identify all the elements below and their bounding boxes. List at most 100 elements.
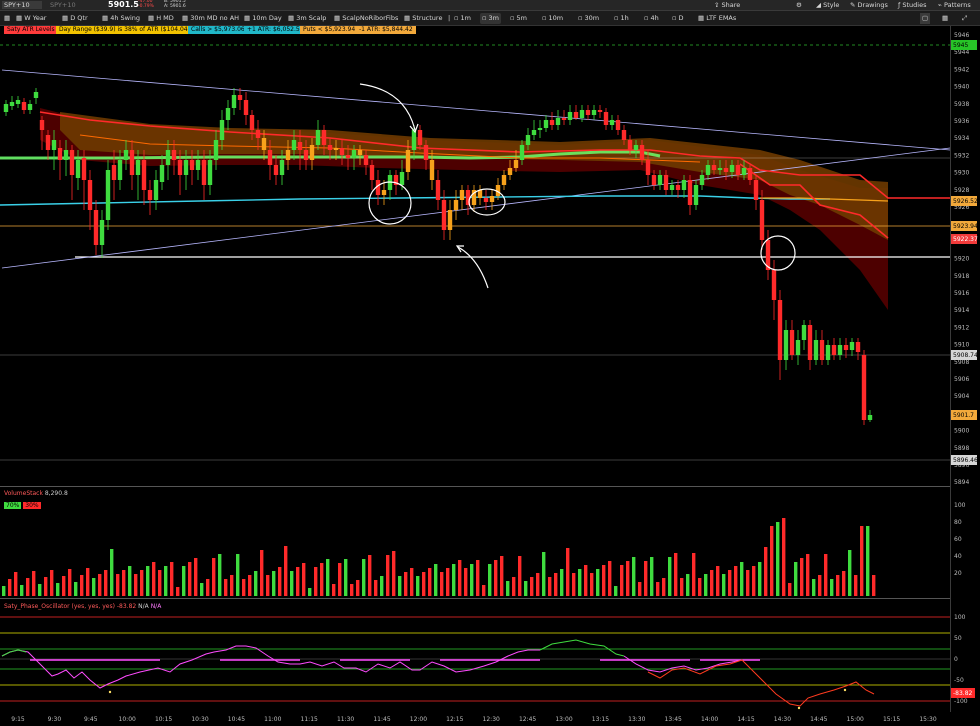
volume-bar xyxy=(188,562,192,596)
price-tick: 5944 xyxy=(954,49,969,56)
volume-bar xyxy=(806,554,810,596)
volume-bar xyxy=(50,570,54,596)
volume-bar xyxy=(110,549,114,596)
candle xyxy=(693,180,699,210)
candle xyxy=(543,115,549,132)
volume-bar xyxy=(38,584,42,596)
candle xyxy=(33,88,39,104)
volume-bar xyxy=(554,573,558,596)
volume-bar xyxy=(128,566,132,596)
osc-badge-text: -83.82 xyxy=(953,690,973,697)
time-tick: 14:45 xyxy=(810,716,827,723)
price-tick: 5920 xyxy=(954,256,969,263)
volume-bar xyxy=(644,561,648,596)
volume-bar xyxy=(536,573,540,596)
candle xyxy=(819,330,825,365)
time-tick: 13:00 xyxy=(555,716,572,723)
volume-bar xyxy=(158,570,162,596)
osc-value: -83.82 xyxy=(116,603,137,610)
volume-title[interactable]: VolumeStack xyxy=(4,490,43,497)
candle xyxy=(591,105,597,120)
volume-bar xyxy=(80,575,84,596)
candle xyxy=(459,185,465,210)
volume-bar xyxy=(566,548,570,596)
volume-bar xyxy=(386,555,390,596)
time-tick: 10:45 xyxy=(228,716,245,723)
volume-bar xyxy=(170,562,174,596)
price-tick: 5910 xyxy=(954,342,969,349)
time-tick: 12:30 xyxy=(483,716,500,723)
volume-bar xyxy=(14,572,18,596)
candle xyxy=(15,96,21,108)
osc-tick: -100 xyxy=(954,698,968,705)
volume-bar xyxy=(710,570,714,596)
ema-cyan xyxy=(0,195,830,206)
volume-bar xyxy=(578,569,582,596)
volume-bar xyxy=(560,569,564,596)
price-tick: 5898 xyxy=(954,445,969,452)
osc-line-magenta1 xyxy=(1,645,540,689)
price-tick: 5916 xyxy=(954,290,969,297)
time-tick: 10:00 xyxy=(119,716,136,723)
volume-bar xyxy=(464,568,468,596)
volume-bar xyxy=(248,575,252,596)
volume-bar xyxy=(842,571,846,596)
candle xyxy=(609,115,615,130)
volume-bar xyxy=(824,554,828,596)
volume-bull-pct: 70% xyxy=(4,502,22,509)
candle xyxy=(537,120,543,138)
candle xyxy=(549,112,555,130)
osc-line-magenta2 xyxy=(623,655,743,673)
volume-bar xyxy=(218,554,222,596)
volume-bar xyxy=(494,560,498,596)
svg-text:5901.7: 5901.7 xyxy=(953,412,974,419)
price-badge: 5908.74 xyxy=(951,350,978,360)
candle xyxy=(477,185,483,205)
volume-bar xyxy=(104,570,108,596)
candle xyxy=(237,88,243,110)
candle xyxy=(777,290,783,380)
svg-text:5922.37: 5922.37 xyxy=(953,236,978,243)
volume-tick: 80 xyxy=(954,519,962,526)
volume-bar xyxy=(230,575,234,596)
volume-bar xyxy=(242,579,246,596)
volume-bar xyxy=(572,573,576,596)
price-badge: 5926.52 xyxy=(951,196,978,206)
volume-bar xyxy=(236,554,240,596)
candle xyxy=(669,180,675,195)
volume-bar xyxy=(416,576,420,596)
volume-bar xyxy=(206,579,210,596)
volume-bar xyxy=(776,522,780,596)
volume-bar xyxy=(662,578,666,596)
volume-bar xyxy=(608,561,612,596)
candle xyxy=(447,200,453,240)
candle xyxy=(801,320,807,350)
volume-bar xyxy=(86,568,90,596)
volume-value: 8,290.8 xyxy=(44,490,68,497)
time-axis[interactable]: 9:15 9:30 9:45 10:00 10:15 10:30 10:45 11:00 11:… xyxy=(11,716,937,723)
osc-dot xyxy=(108,690,112,694)
price-tick: 5930 xyxy=(954,170,969,177)
volume-bar xyxy=(650,557,654,596)
candle xyxy=(435,170,441,210)
candle xyxy=(573,105,579,120)
price-tick: 5936 xyxy=(954,118,969,125)
candle xyxy=(81,150,87,210)
volume-bar xyxy=(812,579,816,596)
candle xyxy=(795,330,801,365)
candle xyxy=(567,105,573,125)
osc-na: N/A xyxy=(150,603,162,610)
volume-bar xyxy=(398,576,402,596)
price-badge: 5901.7 xyxy=(951,410,977,420)
volume-bar xyxy=(614,586,618,596)
price-chart[interactable]: 5946 5944 5942 5940 5938 5936 5934 5932 5930 5928… xyxy=(0,0,980,726)
price-tick: 5894 xyxy=(954,479,969,486)
volume-bar xyxy=(146,566,150,596)
osc-title[interactable]: Saty_Phase_Oscillator (yes, yes, yes) xyxy=(4,603,115,610)
volume-bar xyxy=(338,563,342,596)
price-tick: 5942 xyxy=(954,66,969,73)
candle xyxy=(753,175,759,210)
pane-divider xyxy=(0,598,950,599)
osc-dot xyxy=(797,706,801,710)
time-tick: 11:15 xyxy=(301,716,318,723)
